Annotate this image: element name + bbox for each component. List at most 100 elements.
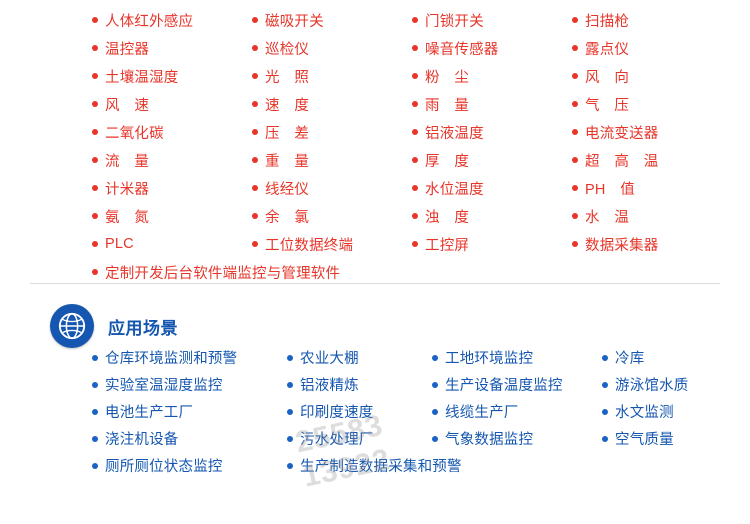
list-item[interactable]: 数据采集器 <box>572 234 732 255</box>
list-item-label: 温控器 <box>105 41 150 58</box>
list-item[interactable]: 风 速 <box>92 94 252 115</box>
product-list-section: 人体红外感应 磁吸开关 门锁开关 扫描枪 温控器 巡检仪 噪音传感器 露点仪 土… <box>0 0 750 282</box>
list-item-label: 气 压 <box>585 97 630 114</box>
list-item[interactable]: 温控器 <box>92 38 252 59</box>
list-item[interactable]: 门锁开关 <box>412 10 572 31</box>
list-item-label: 风 向 <box>585 69 630 86</box>
list-item[interactable]: 水位温度 <box>412 178 572 199</box>
bullet-dot-icon <box>252 241 258 247</box>
bullet-dot-icon <box>92 269 98 275</box>
list-item[interactable]: 粉 尘 <box>412 66 572 87</box>
list-item[interactable]: 计米器 <box>92 178 252 199</box>
list-item[interactable]: 光 照 <box>252 66 412 87</box>
list-item-label: 门锁开关 <box>425 13 484 30</box>
bullet-dot-icon <box>92 435 98 442</box>
bullet-dot-icon <box>252 101 258 107</box>
list-item[interactable]: 氨 氮 <box>92 206 252 227</box>
bullet-dot-icon <box>287 408 293 415</box>
list-item[interactable]: 余 氯 <box>252 206 412 227</box>
list-item-label: 风 速 <box>105 97 150 114</box>
bullet-dot-icon <box>602 381 608 388</box>
list-item[interactable]: PH 值 <box>572 178 732 199</box>
section-divider <box>30 283 720 284</box>
bullet-dot-icon <box>92 241 98 247</box>
list-item[interactable]: 污水处理厂 <box>287 428 432 449</box>
list-item[interactable]: 电池生产工厂 <box>92 401 287 422</box>
list-item-label: 扫描枪 <box>585 13 630 30</box>
list-item-label: 计米器 <box>105 181 150 198</box>
list-item[interactable]: 露点仪 <box>572 38 732 59</box>
list-item[interactable]: 铝液温度 <box>412 122 572 143</box>
list-item-label: 空气质量 <box>615 432 674 448</box>
list-item[interactable]: 生产制造数据采集和预警 <box>287 455 462 476</box>
bullet-dot-icon <box>252 17 258 23</box>
list-item-label: 铝液精炼 <box>300 378 359 394</box>
list-item[interactable]: 土壤温湿度 <box>92 66 252 87</box>
list-item[interactable]: 线经仪 <box>252 178 412 199</box>
bullet-dot-icon <box>92 129 98 135</box>
list-item-label: 污水处理厂 <box>300 432 374 448</box>
list-item[interactable]: 浇注机设备 <box>92 428 287 449</box>
list-item[interactable]: 浊 度 <box>412 206 572 227</box>
bullet-dot-icon <box>412 241 418 247</box>
list-item-label: 水 温 <box>585 209 630 226</box>
list-item-label: PLC <box>105 236 134 252</box>
list-item[interactable]: 印刷度速度 <box>287 401 432 422</box>
bullet-dot-icon <box>602 408 608 415</box>
list-item-label: 仓库环境监测和预警 <box>105 351 238 367</box>
list-item[interactable]: 实验室温湿度监控 <box>92 374 287 395</box>
list-item[interactable]: 风 向 <box>572 66 732 87</box>
list-item[interactable]: 气象数据监控 <box>432 428 602 449</box>
list-item[interactable]: 线缆生产厂 <box>432 401 602 422</box>
list-item[interactable]: PLC <box>92 236 252 252</box>
list-item[interactable]: 冷库 <box>602 347 742 368</box>
bullet-dot-icon <box>92 157 98 163</box>
bullet-dot-icon <box>252 157 258 163</box>
list-item[interactable]: 雨 量 <box>412 94 572 115</box>
list-item[interactable]: 厚 度 <box>412 150 572 171</box>
list-item[interactable]: 速 度 <box>252 94 412 115</box>
list-item-label: 二氧化碳 <box>105 125 164 142</box>
list-item[interactable]: 流 量 <box>92 150 252 171</box>
list-item-label: 巡检仪 <box>265 41 310 58</box>
list-item[interactable]: 仓库环境监测和预警 <box>92 347 287 368</box>
list-item[interactable]: 工控屏 <box>412 234 572 255</box>
list-item[interactable]: 水文监测 <box>602 401 742 422</box>
bullet-dot-icon <box>572 185 578 191</box>
bullet-dot-icon <box>92 381 98 388</box>
list-item[interactable]: 压 差 <box>252 122 412 143</box>
bullet-dot-icon <box>412 101 418 107</box>
list-item[interactable]: 电流变送器 <box>572 122 732 143</box>
list-item-label: 粉 尘 <box>425 69 470 86</box>
list-item[interactable]: 工地环境监控 <box>432 347 602 368</box>
list-item-label: 电流变送器 <box>585 125 659 142</box>
list-item[interactable]: 农业大棚 <box>287 347 432 368</box>
list-item[interactable]: 磁吸开关 <box>252 10 412 31</box>
list-item[interactable]: 游泳馆水质 <box>602 374 742 395</box>
list-item[interactable]: 超 高 温 <box>572 150 732 171</box>
list-item-custom-software[interactable]: 定制开发后台软件端监控与管理软件 <box>92 262 572 283</box>
list-item[interactable]: 水 温 <box>572 206 732 227</box>
list-item[interactable]: 生产设备温度监控 <box>432 374 602 395</box>
list-item-label: 水位温度 <box>425 181 484 198</box>
list-item[interactable]: 人体红外感应 <box>92 10 252 31</box>
list-item-label: 露点仪 <box>585 41 630 58</box>
list-item[interactable]: 噪音传感器 <box>412 38 572 59</box>
list-item[interactable]: 重 量 <box>252 150 412 171</box>
list-item[interactable]: 厕所厕位状态监控 <box>92 455 287 476</box>
list-item-label: 定制开发后台软件端监控与管理软件 <box>105 265 341 282</box>
list-item[interactable]: 巡检仪 <box>252 38 412 59</box>
list-item[interactable]: 气 压 <box>572 94 732 115</box>
list-item[interactable]: 铝液精炼 <box>287 374 432 395</box>
bullet-dot-icon <box>252 45 258 51</box>
bullet-dot-icon <box>287 354 293 361</box>
list-item-label: 铝液温度 <box>425 125 484 142</box>
list-item[interactable]: 工位数据终端 <box>252 234 412 255</box>
list-item-label: 实验室温湿度监控 <box>105 378 223 394</box>
list-item[interactable]: 扫描枪 <box>572 10 732 31</box>
list-item[interactable]: 空气质量 <box>602 428 742 449</box>
list-item-label: 重 量 <box>265 153 310 170</box>
list-item[interactable]: 二氧化碳 <box>92 122 252 143</box>
list-item-label: 厚 度 <box>425 153 470 170</box>
bullet-dot-icon <box>412 45 418 51</box>
